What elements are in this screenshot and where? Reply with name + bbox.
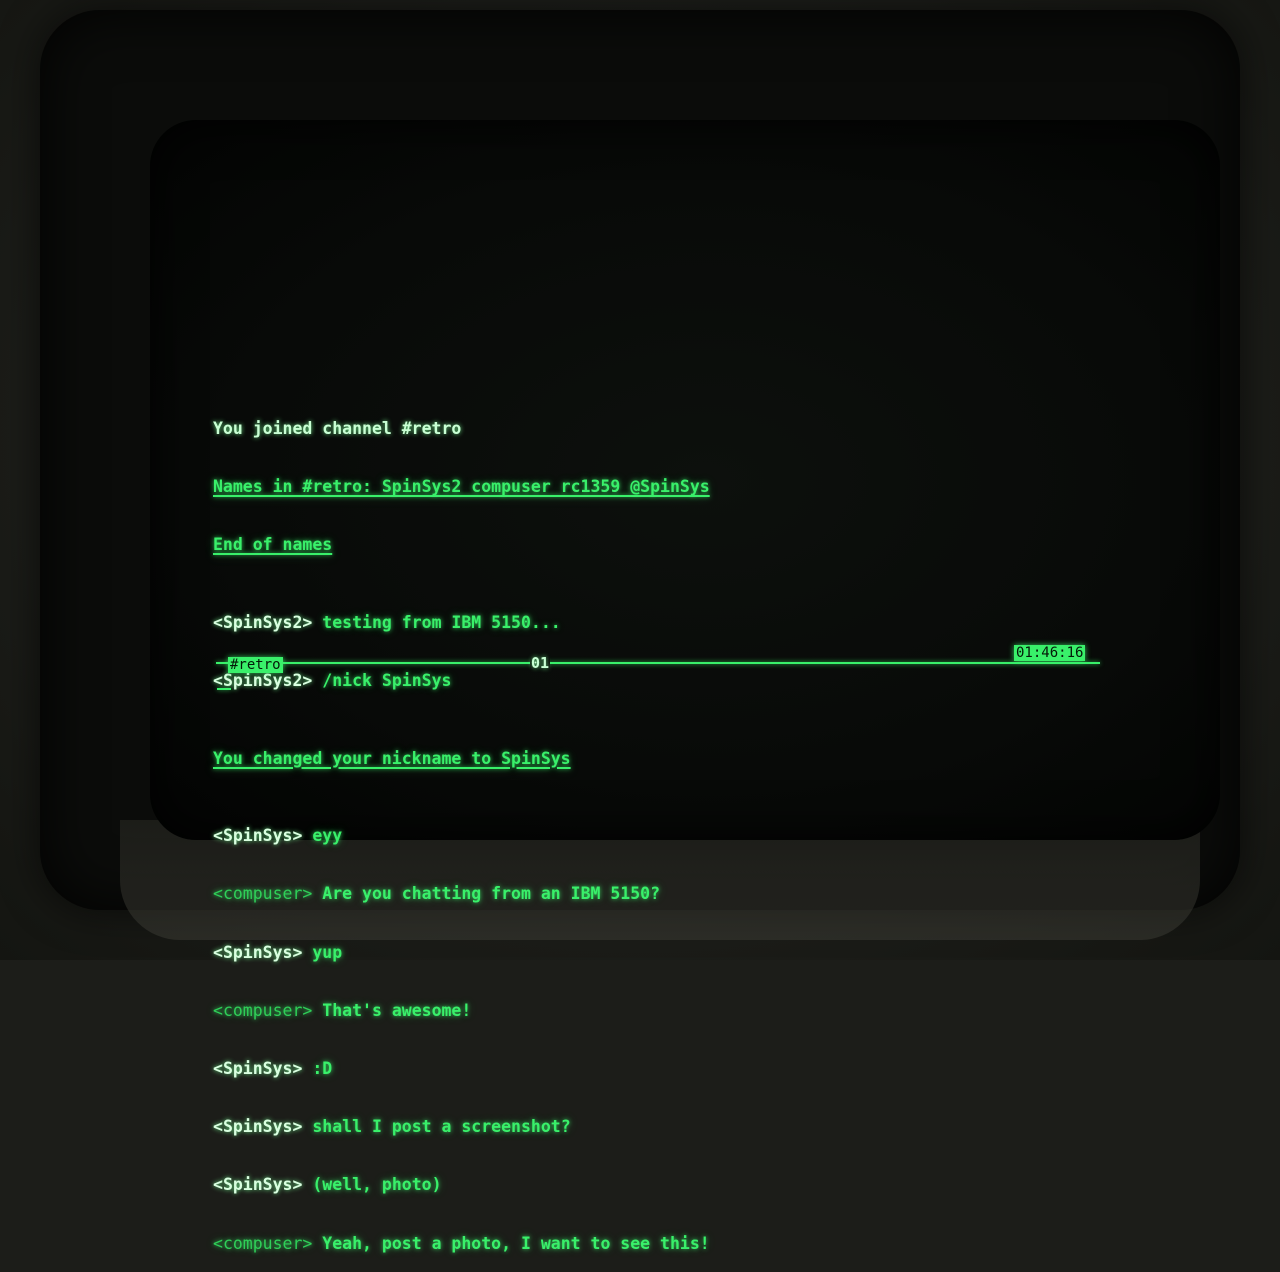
chat-message: <SpinSys> yup <box>213 942 343 962</box>
status-divider <box>216 662 1100 664</box>
message-text: Yeah, post a photo, I want to see this! <box>322 1233 710 1253</box>
message-text: testing from IBM 5150... <box>322 612 561 632</box>
text-cursor <box>217 688 231 690</box>
message-text: yup <box>312 942 343 962</box>
message-nick: SpinSys <box>222 1175 293 1195</box>
message-text: eyy <box>312 826 343 846</box>
chat-message: <SpinSys2> testing from IBM 5150... <box>213 612 561 632</box>
message-text: That's awesome! <box>322 1000 472 1020</box>
message-nick: SpinSys2 <box>222 612 303 632</box>
chat-message: <compuser> Yeah, post a photo, I want to… <box>213 1233 710 1253</box>
message-nick: compuser <box>222 884 303 904</box>
status-bar: #retro 01 01:46:16 <box>216 645 1100 673</box>
join-notice: You joined channel #retro <box>213 418 462 438</box>
message-nick: SpinSys <box>222 826 293 846</box>
chat-message: <SpinSys> (well, photo) <box>213 1175 442 1195</box>
nick-change-notice: You changed your nickname to SpinSys <box>213 748 571 768</box>
message-text: shall I post a screenshot? <box>312 1117 571 1137</box>
channel-tab[interactable]: #retro <box>228 657 283 673</box>
message-nick: compuser <box>222 1233 303 1253</box>
message-nick: SpinSys <box>222 1117 293 1137</box>
chat-message: <compuser> That's awesome! <box>213 1000 472 1020</box>
message-input[interactable] <box>217 680 617 700</box>
message-text: Are you chatting from an IBM 5150? <box>322 884 661 904</box>
chat-message: <SpinSys> :D <box>213 1059 333 1079</box>
message-text: :D <box>312 1059 333 1079</box>
message-nick: SpinSys <box>222 1059 293 1079</box>
message-text: (well, photo) <box>312 1175 442 1195</box>
message-nick: compuser <box>222 1000 303 1020</box>
end-of-names: End of names <box>213 535 333 555</box>
clock: 01:46:16 <box>1014 645 1086 661</box>
chat-log: You joined channel #retro Names in #retr… <box>213 380 710 1272</box>
window-number: 01 <box>530 654 551 672</box>
message-nick: SpinSys <box>222 942 293 962</box>
chat-message: <SpinSys> eyy <box>213 826 343 846</box>
names-list: Names in #retro: SpinSys2 compuser rc135… <box>213 477 710 497</box>
chat-message: <SpinSys> shall I post a screenshot? <box>213 1117 571 1137</box>
chat-message: <compuser> Are you chatting from an IBM … <box>213 884 661 904</box>
